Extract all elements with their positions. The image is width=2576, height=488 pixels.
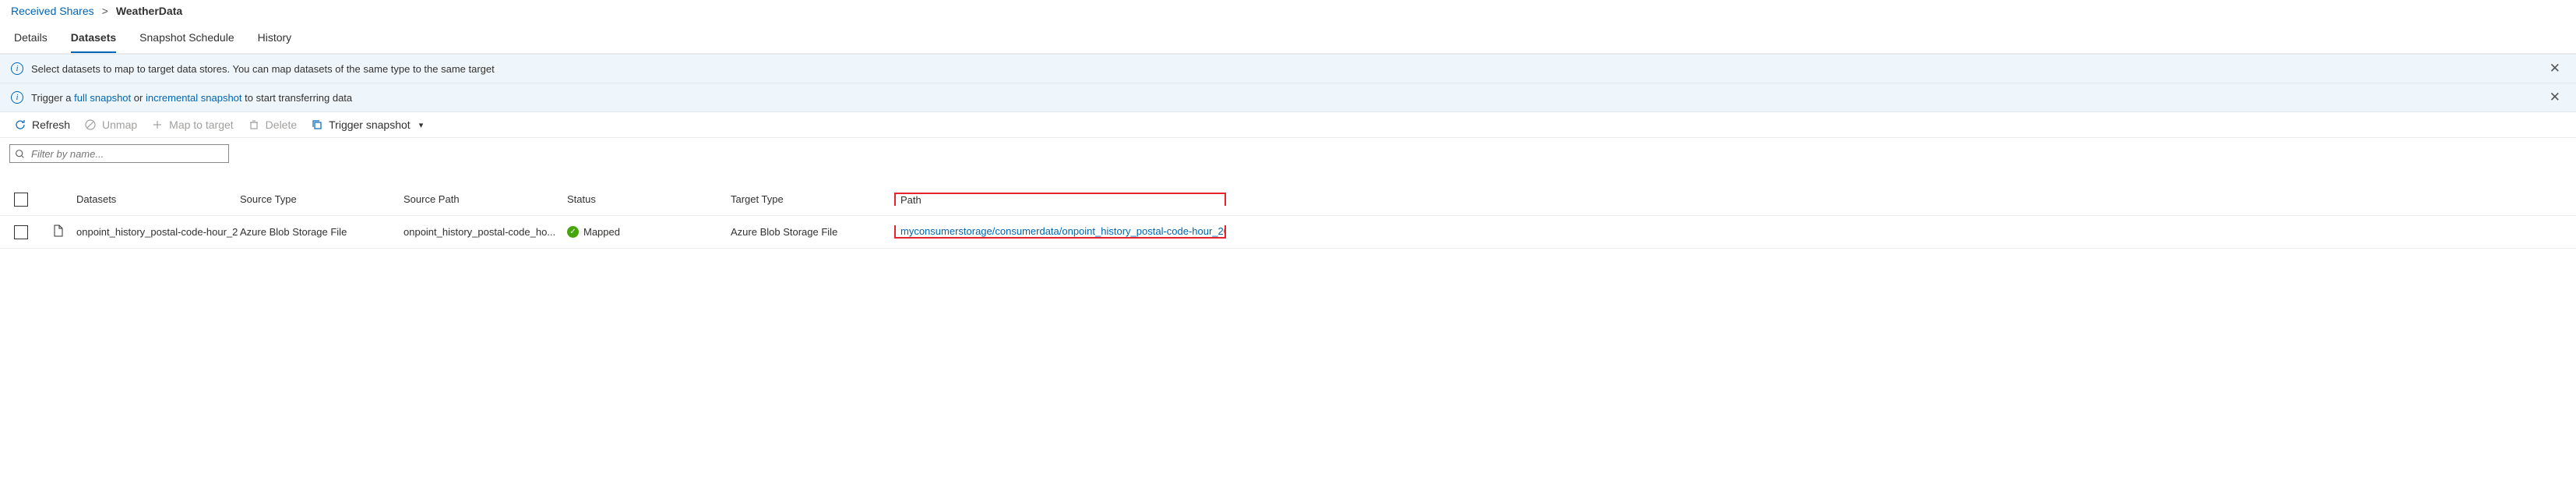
column-path-wrapper: Path <box>894 193 1226 206</box>
info-icon: i <box>11 91 23 104</box>
cell-source-type: Azure Blob Storage File <box>240 226 403 238</box>
status-ok-icon: ✓ <box>567 226 579 238</box>
file-icon <box>53 225 64 239</box>
unmap-button: Unmap <box>84 118 137 131</box>
info-text-mapping: Select datasets to map to target data st… <box>31 63 495 75</box>
delete-button: Delete <box>248 118 297 131</box>
breadcrumb-parent-link[interactable]: Received Shares <box>11 5 94 17</box>
column-source-path[interactable]: Source Path <box>403 193 567 205</box>
unmap-label: Unmap <box>102 118 137 131</box>
tab-history[interactable]: History <box>258 25 292 53</box>
chevron-down-icon: ▾ <box>419 120 424 130</box>
cell-path[interactable]: myconsumerstorage/consumerdata/onpoint_h… <box>894 225 1226 239</box>
trigger-snapshot-button[interactable]: Trigger snapshot ▾ <box>311 118 423 131</box>
status-text: Mapped <box>583 226 620 238</box>
breadcrumb-current: WeatherData <box>116 5 182 17</box>
table-header: Datasets Source Type Source Path Status … <box>0 183 2576 216</box>
tab-bar: Details Datasets Snapshot Schedule Histo… <box>0 20 2576 54</box>
close-icon[interactable]: ✕ <box>2545 90 2565 105</box>
incremental-snapshot-link[interactable]: incremental snapshot <box>146 92 242 104</box>
map-label: Map to target <box>169 118 234 131</box>
full-snapshot-link[interactable]: full snapshot <box>74 92 131 104</box>
refresh-button[interactable]: Refresh <box>14 118 70 131</box>
cell-source-path: onpoint_history_postal-code_ho... <box>403 226 567 238</box>
tab-snapshot-schedule[interactable]: Snapshot Schedule <box>139 25 234 53</box>
unmap-icon <box>84 118 97 131</box>
info-text-post: to start transferring data <box>242 92 353 104</box>
column-path[interactable]: Path <box>894 193 1226 206</box>
column-target-type[interactable]: Target Type <box>731 193 894 205</box>
column-status[interactable]: Status <box>567 193 731 205</box>
table-row[interactable]: onpoint_history_postal-code-hour_2 Azure… <box>0 216 2576 249</box>
info-bar-snapshot: i Trigger a full snapshot or incremental… <box>0 83 2576 112</box>
column-source-type[interactable]: Source Type <box>240 193 403 205</box>
copy-icon <box>311 118 323 131</box>
tab-details[interactable]: Details <box>14 25 48 53</box>
select-all-checkbox[interactable] <box>14 193 28 207</box>
filter-row <box>0 138 2576 169</box>
info-text-mid: or <box>131 92 146 104</box>
refresh-icon <box>14 118 26 131</box>
cell-dataset-name: onpoint_history_postal-code-hour_2 <box>76 226 240 238</box>
info-bar-mapping: i Select datasets to map to target data … <box>0 54 2576 83</box>
search-icon <box>15 149 25 159</box>
plus-icon <box>151 118 164 131</box>
trigger-label: Trigger snapshot <box>329 118 411 131</box>
breadcrumb-separator: > <box>102 5 108 17</box>
cell-status: ✓ Mapped <box>567 226 731 238</box>
info-text-pre: Trigger a <box>31 92 74 104</box>
cell-target-type: Azure Blob Storage File <box>731 226 894 238</box>
filter-input-wrapper[interactable] <box>9 144 229 163</box>
trash-icon <box>248 118 260 131</box>
tab-datasets[interactable]: Datasets <box>71 25 116 53</box>
map-to-target-button: Map to target <box>151 118 234 131</box>
breadcrumb: Received Shares > WeatherData <box>0 0 2576 20</box>
column-datasets[interactable]: Datasets <box>76 193 240 205</box>
cell-path-wrapper: myconsumerstorage/consumerdata/onpoint_h… <box>894 225 1226 239</box>
refresh-label: Refresh <box>32 118 70 131</box>
delete-label: Delete <box>266 118 297 131</box>
info-icon: i <box>11 62 23 75</box>
info-text-snapshot: Trigger a full snapshot or incremental s… <box>31 92 352 104</box>
row-checkbox[interactable] <box>14 225 28 239</box>
filter-input[interactable] <box>30 147 224 161</box>
toolbar: Refresh Unmap Map to target Delete Trigg… <box>0 112 2576 138</box>
close-icon[interactable]: ✕ <box>2545 61 2565 76</box>
